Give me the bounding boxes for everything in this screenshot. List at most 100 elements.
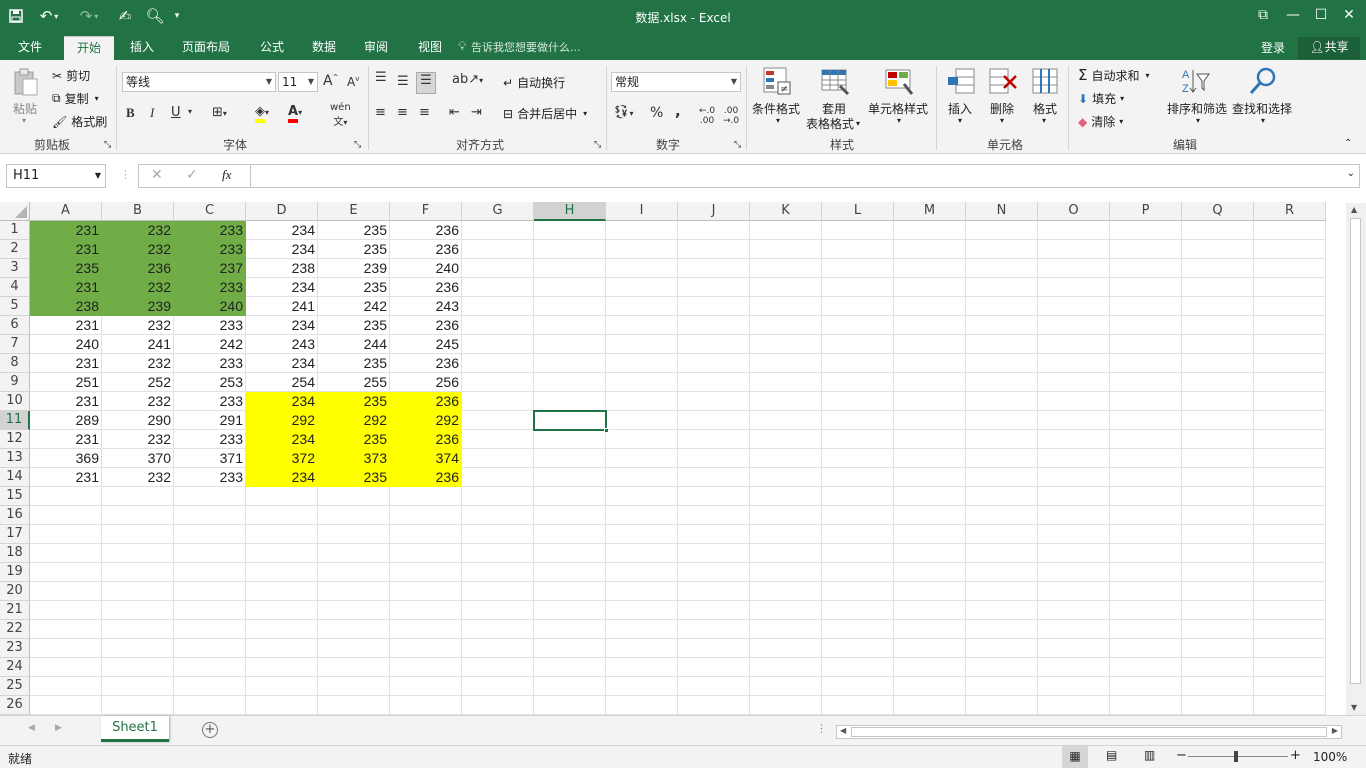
- cell-l9[interactable]: [822, 373, 894, 392]
- row-header-1[interactable]: 1: [0, 221, 30, 240]
- cell-i25[interactable]: [606, 677, 678, 696]
- cell-c9[interactable]: 253: [174, 373, 246, 392]
- column-header-j[interactable]: J: [678, 202, 750, 221]
- cell-p15[interactable]: [1110, 487, 1182, 506]
- cell-g8[interactable]: [462, 354, 534, 373]
- cell-g15[interactable]: [462, 487, 534, 506]
- conditional-format-icon[interactable]: ≠: [762, 66, 792, 96]
- cell-r24[interactable]: [1254, 658, 1326, 677]
- cell-d26[interactable]: [246, 696, 318, 715]
- cell-l7[interactable]: [822, 335, 894, 354]
- column-header-n[interactable]: N: [966, 202, 1038, 221]
- merge-center-button[interactable]: ⊟ 合并后居中 ▾: [503, 105, 587, 122]
- add-sheet-icon[interactable]: +: [202, 722, 218, 738]
- cell-j8[interactable]: [678, 354, 750, 373]
- find-select-button[interactable]: 查找和选择: [1232, 100, 1292, 117]
- cell-f19[interactable]: [390, 563, 462, 582]
- cell-f8[interactable]: 236: [390, 354, 462, 373]
- cell-p20[interactable]: [1110, 582, 1182, 601]
- zoom-slider-thumb[interactable]: [1234, 751, 1238, 762]
- cell-b23[interactable]: [102, 639, 174, 658]
- column-header-f[interactable]: F: [390, 202, 462, 221]
- cell-l11[interactable]: [822, 411, 894, 430]
- cell-n15[interactable]: [966, 487, 1038, 506]
- cell-o1[interactable]: [1038, 221, 1110, 240]
- tab-data[interactable]: 数据: [304, 36, 344, 60]
- conditional-format-button[interactable]: 条件格式: [752, 100, 800, 117]
- cell-h23[interactable]: [534, 639, 606, 658]
- row-header-17[interactable]: 17: [0, 525, 30, 544]
- cell-n16[interactable]: [966, 506, 1038, 525]
- split-handle-icon[interactable]: ⋮: [816, 722, 827, 735]
- cell-g11[interactable]: [462, 411, 534, 430]
- cell-e6[interactable]: 235: [318, 316, 390, 335]
- cell-j16[interactable]: [678, 506, 750, 525]
- cell-q9[interactable]: [1182, 373, 1254, 392]
- cell-i9[interactable]: [606, 373, 678, 392]
- cell-k3[interactable]: [750, 259, 822, 278]
- cell-e26[interactable]: [318, 696, 390, 715]
- cell-l26[interactable]: [822, 696, 894, 715]
- cell-o13[interactable]: [1038, 449, 1110, 468]
- cell-l15[interactable]: [822, 487, 894, 506]
- cell-q5[interactable]: [1182, 297, 1254, 316]
- cell-j20[interactable]: [678, 582, 750, 601]
- delete-cells-icon[interactable]: [988, 66, 1018, 96]
- cell-f26[interactable]: [390, 696, 462, 715]
- cell-g19[interactable]: [462, 563, 534, 582]
- cell-p3[interactable]: [1110, 259, 1182, 278]
- cell-g6[interactable]: [462, 316, 534, 335]
- cell-o19[interactable]: [1038, 563, 1110, 582]
- cell-f21[interactable]: [390, 601, 462, 620]
- cell-o24[interactable]: [1038, 658, 1110, 677]
- cell-d13[interactable]: 372: [246, 449, 318, 468]
- cell-f18[interactable]: [390, 544, 462, 563]
- cell-r4[interactable]: [1254, 278, 1326, 297]
- cell-j6[interactable]: [678, 316, 750, 335]
- cell-m26[interactable]: [894, 696, 966, 715]
- cell-n7[interactable]: [966, 335, 1038, 354]
- tab-page-layout[interactable]: 页面布局: [176, 36, 236, 60]
- italic-button[interactable]: I: [150, 105, 154, 121]
- cell-p11[interactable]: [1110, 411, 1182, 430]
- cell-m23[interactable]: [894, 639, 966, 658]
- cell-g7[interactable]: [462, 335, 534, 354]
- cell-l16[interactable]: [822, 506, 894, 525]
- cell-a6[interactable]: 231: [30, 316, 102, 335]
- cell-a13[interactable]: 369: [30, 449, 102, 468]
- cell-c19[interactable]: [174, 563, 246, 582]
- cell-i18[interactable]: [606, 544, 678, 563]
- cell-h2[interactable]: [534, 240, 606, 259]
- cell-d22[interactable]: [246, 620, 318, 639]
- cell-c7[interactable]: 242: [174, 335, 246, 354]
- row-header-12[interactable]: 12: [0, 430, 30, 449]
- cell-q22[interactable]: [1182, 620, 1254, 639]
- cell-c5[interactable]: 240: [174, 297, 246, 316]
- cell-m1[interactable]: [894, 221, 966, 240]
- cell-p23[interactable]: [1110, 639, 1182, 658]
- cell-h9[interactable]: [534, 373, 606, 392]
- cell-i5[interactable]: [606, 297, 678, 316]
- cell-j13[interactable]: [678, 449, 750, 468]
- cell-d11[interactable]: 292: [246, 411, 318, 430]
- cell-styles-icon[interactable]: [884, 66, 914, 96]
- sheet-tab[interactable]: Sheet1: [101, 716, 169, 742]
- cell-k11[interactable]: [750, 411, 822, 430]
- cell-r7[interactable]: [1254, 335, 1326, 354]
- cell-d7[interactable]: 243: [246, 335, 318, 354]
- cell-r13[interactable]: [1254, 449, 1326, 468]
- cell-m7[interactable]: [894, 335, 966, 354]
- enter-icon[interactable]: ✓: [186, 167, 198, 183]
- cell-f5[interactable]: 243: [390, 297, 462, 316]
- cell-n12[interactable]: [966, 430, 1038, 449]
- cell-a10[interactable]: 231: [30, 392, 102, 411]
- cell-i14[interactable]: [606, 468, 678, 487]
- cell-d12[interactable]: 234: [246, 430, 318, 449]
- cell-h13[interactable]: [534, 449, 606, 468]
- cell-g18[interactable]: [462, 544, 534, 563]
- vertical-dots-icon[interactable]: ⋮: [120, 168, 131, 181]
- cell-g17[interactable]: [462, 525, 534, 544]
- cell-q20[interactable]: [1182, 582, 1254, 601]
- cell-o3[interactable]: [1038, 259, 1110, 278]
- scroll-left-icon[interactable]: ◀: [840, 726, 846, 735]
